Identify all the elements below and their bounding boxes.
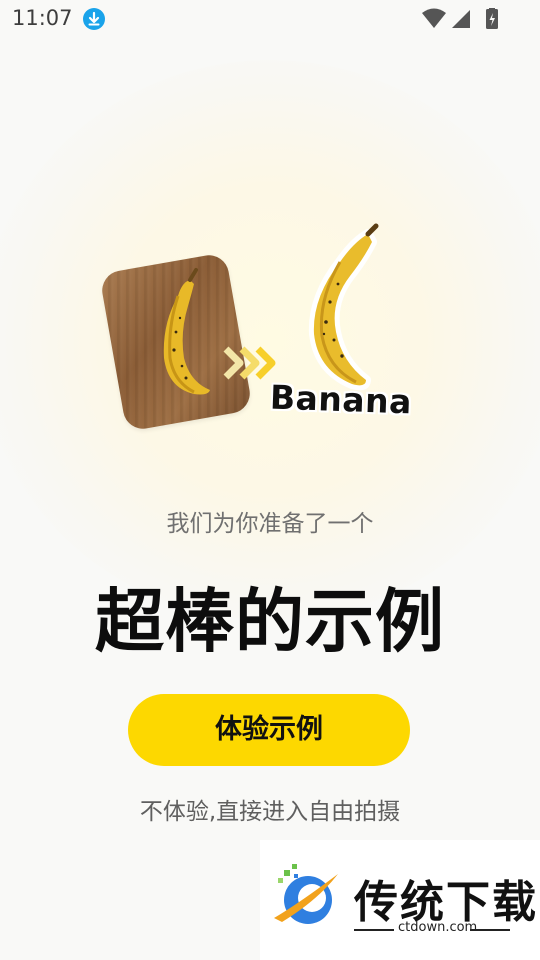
status-icons <box>422 7 502 30</box>
watermark-divider-left <box>354 929 394 931</box>
skip-to-free-shooting-link[interactable]: 不体验,直接进入自由拍摄 <box>0 792 540 826</box>
banana-label: Banana <box>269 377 413 422</box>
watermark-divider-right <box>470 929 510 931</box>
page-title: 超棒的示例 <box>95 582 445 662</box>
subtitle: 我们为你准备了一个 <box>166 511 374 537</box>
watermark-domain: ctdown.com <box>398 920 478 935</box>
ctdown-logo-icon <box>274 864 338 924</box>
download-notification-icon <box>83 8 105 30</box>
wifi-icon <box>422 8 446 28</box>
signal-icon <box>452 10 470 28</box>
banana-photo-card <box>99 252 253 432</box>
try-example-button[interactable]: 体验示例 <box>128 694 410 766</box>
watermark: 传统下载 ctdown.com <box>260 840 540 960</box>
banana-example-illustration: Banana <box>0 200 540 460</box>
status-bar: 11:07 <box>0 0 540 36</box>
battery-icon <box>486 7 498 29</box>
banana-cutout-image <box>308 223 379 391</box>
status-time: 11:07 <box>12 6 73 30</box>
